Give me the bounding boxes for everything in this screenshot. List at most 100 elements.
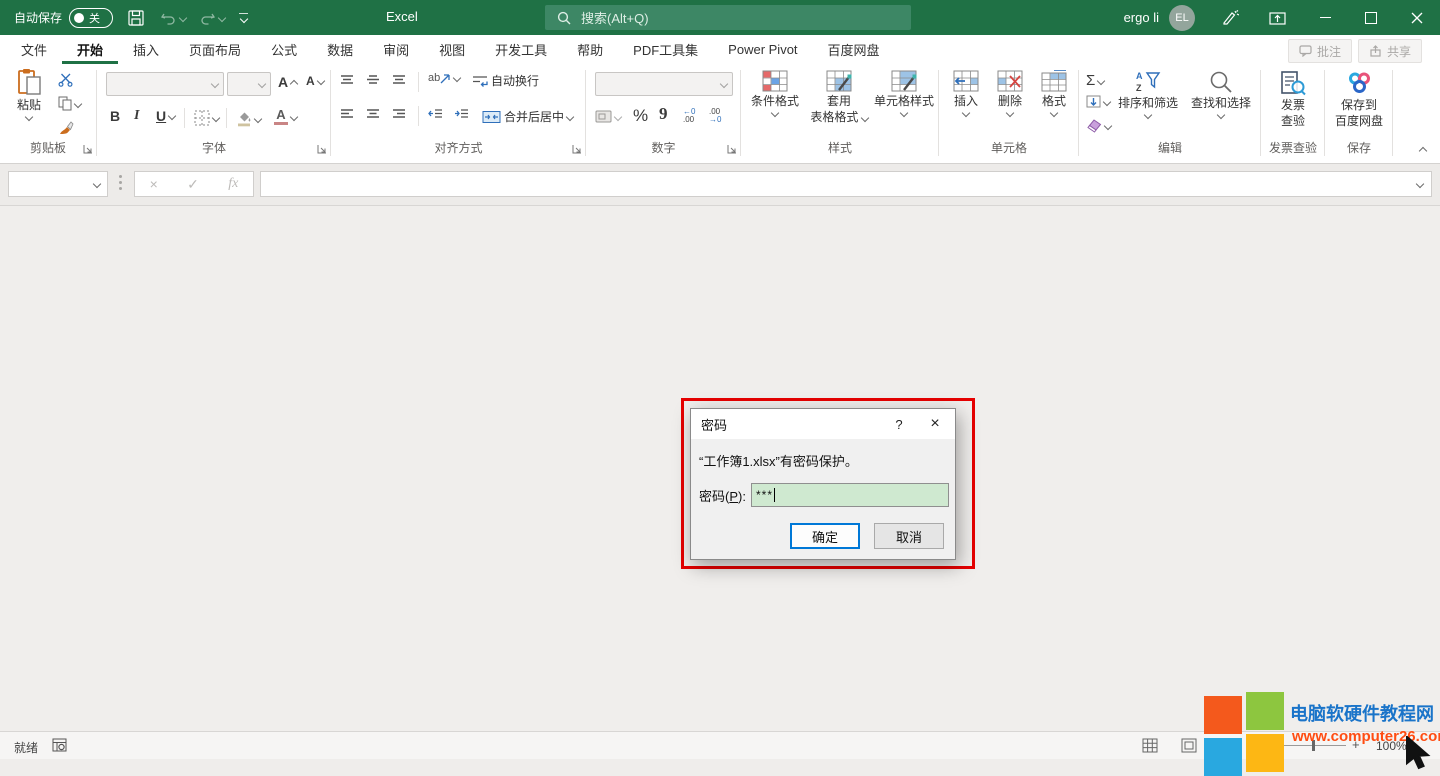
underline-button[interactable]: U xyxy=(156,108,175,124)
orientation-button[interactable]: ab xyxy=(428,72,460,84)
shrink-font-button[interactable]: A xyxy=(306,74,324,88)
page-break-view-button[interactable] xyxy=(1220,738,1236,753)
number-format-combobox[interactable] xyxy=(595,72,733,96)
tab-insert[interactable]: 插入 xyxy=(118,35,174,64)
align-top-button[interactable] xyxy=(340,74,354,86)
increase-decimal-button[interactable]: ←0.00 xyxy=(683,108,695,124)
format-as-table-button[interactable]: 套用 表格格式 xyxy=(808,70,870,124)
align-left-button[interactable] xyxy=(340,108,354,120)
align-bottom-button[interactable] xyxy=(392,74,406,86)
tab-page-layout[interactable]: 页面布局 xyxy=(174,35,256,64)
confirm-entry-icon[interactable]: ✓ xyxy=(187,176,199,193)
dialog-close-button[interactable]: × xyxy=(915,415,955,433)
autosave-toggle[interactable]: 关 xyxy=(69,8,113,28)
tab-power-pivot[interactable]: Power Pivot xyxy=(713,35,812,64)
invoice-check-button[interactable]: 发票 查验 xyxy=(1269,70,1317,128)
italic-button[interactable]: I xyxy=(134,108,139,124)
comma-style-icon[interactable]: 9 xyxy=(659,104,668,124)
tab-formulas[interactable]: 公式 xyxy=(256,35,312,64)
dialog-launcher-icon[interactable] xyxy=(83,144,93,154)
cell-styles-button[interactable]: 单元格样式 xyxy=(872,70,936,116)
paste-button[interactable]: 粘贴 xyxy=(8,68,50,120)
format-cells-button[interactable]: 格式 xyxy=(1034,70,1074,116)
zoom-out-button[interactable]: – xyxy=(1266,737,1273,752)
group-label: 保存 xyxy=(1326,139,1392,156)
ok-button[interactable]: 确定 xyxy=(790,523,860,549)
zoom-level[interactable]: 100% xyxy=(1376,739,1407,753)
feedback-pen-icon[interactable] xyxy=(1221,9,1239,27)
fill-color-button[interactable] xyxy=(236,110,261,127)
grow-font-button[interactable]: A xyxy=(278,74,297,90)
name-box[interactable] xyxy=(8,171,108,197)
ribbon-display-options-icon[interactable] xyxy=(1269,10,1286,26)
delete-cells-button[interactable]: 删除 xyxy=(990,70,1030,116)
expand-formula-bar-icon[interactable] xyxy=(1416,180,1424,188)
font-size-combobox[interactable] xyxy=(227,72,271,96)
customize-qat-icon[interactable] xyxy=(239,13,248,22)
increase-indent-button[interactable] xyxy=(454,108,469,120)
bold-button[interactable]: B xyxy=(110,108,120,124)
insert-cells-button[interactable]: 插入 xyxy=(946,70,986,116)
accounting-format-button[interactable] xyxy=(595,110,621,123)
tab-developer[interactable]: 开发工具 xyxy=(480,35,562,64)
align-middle-button[interactable] xyxy=(366,74,380,86)
tab-file[interactable]: 文件 xyxy=(6,35,62,64)
collapse-ribbon-button[interactable] xyxy=(1420,143,1426,157)
undo-button[interactable] xyxy=(160,10,186,25)
copy-button[interactable] xyxy=(58,96,81,111)
align-center-button[interactable] xyxy=(366,108,380,120)
dialog-launcher-icon[interactable] xyxy=(317,144,327,154)
tab-review[interactable]: 审阅 xyxy=(368,35,424,64)
find-select-button[interactable]: 查找和选择 xyxy=(1186,70,1256,118)
fill-button[interactable] xyxy=(1086,95,1110,108)
cancel-button[interactable]: 取消 xyxy=(874,523,944,549)
cut-button[interactable] xyxy=(58,72,73,87)
macro-record-icon[interactable] xyxy=(52,738,67,752)
formula-bar-grip[interactable] xyxy=(119,175,122,190)
dialog-launcher-icon[interactable] xyxy=(572,144,582,154)
zoom-in-button[interactable]: + xyxy=(1352,737,1360,752)
maximize-button[interactable] xyxy=(1348,0,1394,35)
user-name[interactable]: ergo li xyxy=(1124,10,1159,25)
normal-view-button[interactable] xyxy=(1142,738,1158,753)
tab-pdf-tools[interactable]: PDF工具集 xyxy=(618,35,713,64)
dialog-launcher-icon[interactable] xyxy=(727,144,737,154)
conditional-formatting-button[interactable]: 条件格式 xyxy=(744,70,806,116)
dialog-help-button[interactable]: ? xyxy=(883,417,915,432)
save-icon[interactable] xyxy=(128,10,144,26)
tab-data[interactable]: 数据 xyxy=(312,35,368,64)
insert-function-icon[interactable]: fx xyxy=(228,176,238,192)
wrap-text-button[interactable]: 自动换行 xyxy=(472,72,539,89)
decrease-decimal-button[interactable]: .00→0 xyxy=(709,108,721,124)
redo-button[interactable] xyxy=(199,10,225,25)
borders-button[interactable] xyxy=(194,110,219,126)
tab-help[interactable]: 帮助 xyxy=(562,35,618,64)
tab-baidu-netdisk[interactable]: 百度网盘 xyxy=(813,35,895,64)
formula-input[interactable] xyxy=(260,171,1432,197)
zoom-slider-thumb[interactable] xyxy=(1312,740,1315,751)
clear-button[interactable] xyxy=(1086,118,1111,133)
chevron-down-icon xyxy=(566,112,574,120)
cancel-entry-icon[interactable]: × xyxy=(150,176,158,192)
save-to-baidu-button[interactable]: 保存到 百度网盘 xyxy=(1328,70,1390,128)
share-button[interactable]: 共享 xyxy=(1358,39,1422,63)
search-box[interactable]: 搜索(Alt+Q) xyxy=(545,5,911,30)
zoom-slider[interactable] xyxy=(1282,745,1346,746)
sort-filter-button[interactable]: A Z 排序和筛选 xyxy=(1114,70,1182,118)
font-name-combobox[interactable] xyxy=(106,72,224,96)
percent-style-button[interactable]: % xyxy=(633,106,648,126)
decrease-indent-button[interactable] xyxy=(428,108,443,120)
align-right-button[interactable] xyxy=(392,108,406,120)
comments-button[interactable]: 批注 xyxy=(1288,39,1352,63)
autosum-button[interactable]: Σ xyxy=(1086,72,1104,89)
tab-home[interactable]: 开始 xyxy=(62,35,118,64)
avatar[interactable]: EL xyxy=(1169,5,1195,31)
page-layout-view-button[interactable] xyxy=(1181,738,1197,753)
password-input[interactable]: *** xyxy=(751,483,949,507)
close-button[interactable] xyxy=(1394,0,1440,35)
merge-center-button[interactable]: 合并后居中 xyxy=(482,108,573,125)
font-color-button[interactable]: A xyxy=(274,108,297,125)
format-painter-button[interactable] xyxy=(58,120,74,135)
tab-view[interactable]: 视图 xyxy=(424,35,480,64)
minimize-button[interactable] xyxy=(1302,0,1348,35)
